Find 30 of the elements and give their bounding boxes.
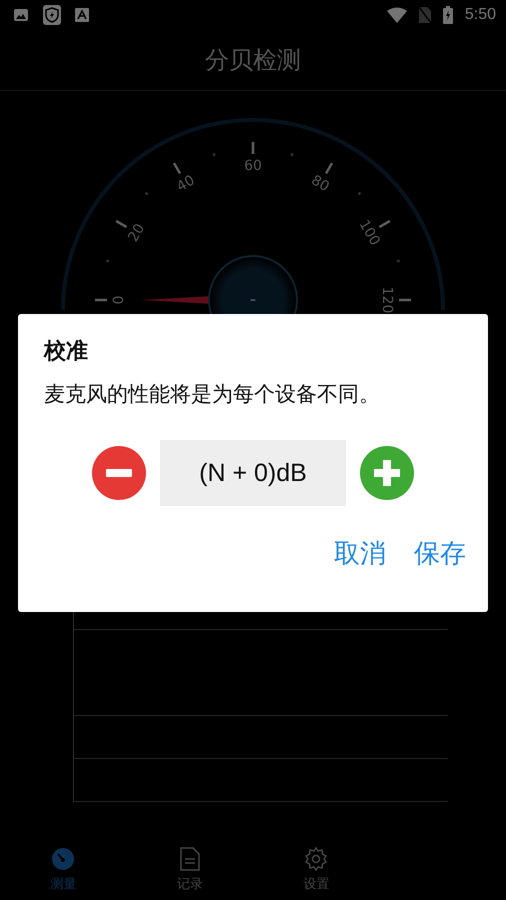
minus-icon bbox=[106, 469, 132, 477]
dialog-button[interactable]: 保存 bbox=[404, 530, 476, 577]
settings-icon bbox=[304, 847, 328, 871]
increase-button[interactable] bbox=[360, 446, 414, 500]
nav-tab[interactable]: 设置 bbox=[253, 840, 380, 900]
shield-icon bbox=[43, 5, 61, 25]
battery-charging-icon bbox=[442, 6, 453, 24]
gauge-scale-label: 80 bbox=[308, 172, 332, 196]
gauge-scale-label: 120 bbox=[379, 286, 396, 314]
no-sim-icon bbox=[418, 7, 431, 23]
dialog-title: 校准 bbox=[44, 338, 89, 366]
calibration-value: (N + 0)dB bbox=[160, 440, 346, 506]
nav-tab[interactable]: 测量 bbox=[0, 840, 126, 900]
image-icon bbox=[13, 8, 29, 22]
gauge-scale-label: 60 bbox=[244, 158, 262, 174]
speedometer-icon bbox=[51, 847, 76, 871]
wifi-icon bbox=[386, 7, 407, 23]
decrease-button[interactable] bbox=[92, 446, 146, 500]
gauge-scale-label: 20 bbox=[125, 221, 148, 245]
text-app-icon bbox=[75, 8, 89, 22]
nav-tab[interactable]: 记录 bbox=[126, 840, 253, 900]
app-title: 分贝检测 bbox=[205, 45, 301, 76]
document-icon bbox=[178, 847, 201, 871]
gauge-scale-label: 0 bbox=[110, 296, 127, 304]
status-time: 5:50 bbox=[464, 6, 496, 24]
dialog-button[interactable]: 取消 bbox=[324, 530, 396, 577]
gauge-scale-label: 40 bbox=[174, 172, 198, 196]
gauge-reading: - bbox=[250, 288, 256, 310]
dialog-message: 麦克风的性能将是为每个设备不同。 bbox=[44, 381, 381, 408]
plus-icon bbox=[374, 460, 400, 486]
